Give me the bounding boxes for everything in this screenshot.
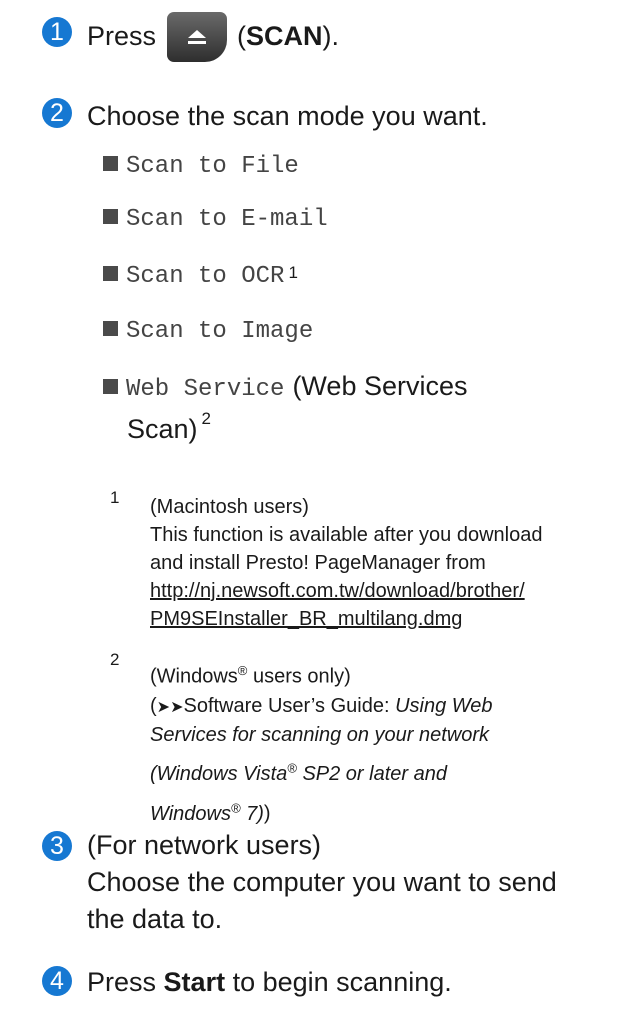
download-link-cont[interactable]: PM9SEInstaller_BR_multilang.dmg	[150, 608, 462, 630]
footnote-2: (Windows® users only) (➤➤Software User’s…	[150, 663, 493, 825]
step-1-press: Press	[87, 21, 157, 51]
footnote-ref-2: 2	[201, 409, 212, 428]
start-bold: Start	[163, 967, 226, 997]
footnote-ref-1: 1	[288, 263, 298, 282]
bullet-square-icon	[103, 379, 118, 394]
option-web-service-cont: Scan) 2	[127, 409, 212, 444]
option-scan-to-image: Scan to Image	[103, 318, 313, 345]
footnote-number-1: 1	[110, 488, 120, 507]
download-link[interactable]: http://nj.newsoft.com.tw/download/brothe…	[150, 580, 525, 602]
bullet-square-icon	[103, 321, 118, 336]
step-number-3: 3	[42, 831, 72, 861]
step-3-text: (For network users) Choose the computer …	[87, 830, 557, 934]
footnote-number-2: 2	[110, 650, 120, 669]
step-number-1: 1	[42, 17, 72, 47]
bullet-square-icon	[103, 209, 118, 224]
option-scan-to-ocr: Scan to OCR 1	[103, 263, 298, 290]
option-scan-to-file: Scan to File	[103, 153, 299, 180]
arrow-icon: ➤➤	[156, 696, 184, 716]
footnote-1: (Macintosh users) This function is avail…	[150, 496, 543, 630]
scan-bold: SCAN	[246, 21, 323, 51]
step-number-2: 2	[42, 98, 72, 128]
scan-icon	[188, 30, 206, 44]
step-2-text: Choose the scan mode you want.	[87, 101, 488, 131]
scan-button[interactable]	[167, 12, 227, 62]
step-4-text: Press Start to begin scanning.	[87, 967, 452, 997]
option-scan-to-email: Scan to E-mail	[103, 206, 328, 233]
bullet-square-icon	[103, 266, 118, 281]
option-web-service: Web Service (Web Services	[103, 371, 468, 403]
step-1-scan-label: (SCAN).	[237, 21, 340, 51]
bullet-square-icon	[103, 156, 118, 171]
step-number-4: 4	[42, 966, 72, 996]
